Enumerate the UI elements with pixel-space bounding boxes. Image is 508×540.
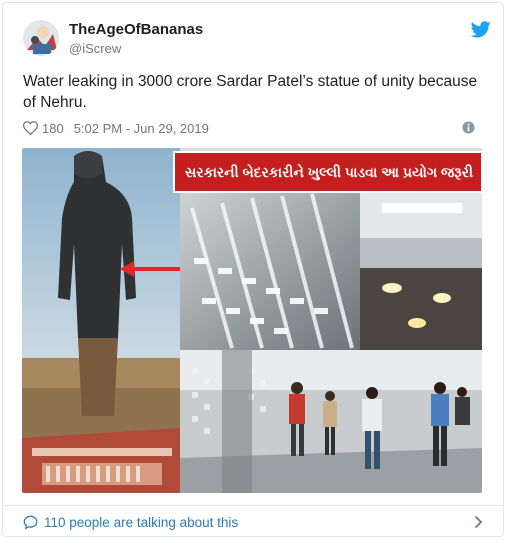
- comment-bubble-icon: [23, 515, 38, 530]
- like-count[interactable]: 180: [42, 121, 64, 136]
- avatar[interactable]: [23, 20, 59, 56]
- tweet-card: TheAgeOfBananas @iScrew Water leaking in…: [2, 2, 504, 537]
- talking-about-link[interactable]: 110 people are talking about this: [44, 515, 238, 530]
- tweet-footer[interactable]: 110 people are talking about this: [3, 505, 503, 536]
- chevron-right-icon[interactable]: [474, 515, 483, 529]
- tweet-text: Water leaking in 3000 crore Sardar Patel…: [23, 73, 478, 111]
- avatar-image: [23, 20, 59, 56]
- author-handle[interactable]: @iScrew: [69, 41, 121, 56]
- twitter-bird-icon[interactable]: [471, 21, 491, 38]
- media-collage: [22, 148, 482, 493]
- info-icon[interactable]: [462, 121, 475, 134]
- media-banner-text: સરકારની બેદરકારીને ખુલ્લી પાડવા આ પ્રયોગ…: [185, 164, 473, 180]
- tweet-timestamp[interactable]: 5:02 PM - Jun 29, 2019: [74, 121, 209, 136]
- heart-icon[interactable]: [23, 121, 38, 135]
- tweet-meta: 180 5:02 PM - Jun 29, 2019: [23, 119, 483, 137]
- author-name[interactable]: TheAgeOfBananas: [69, 21, 203, 38]
- tweet-media-image[interactable]: સરકારની બેદરકારીને ખુલ્લી પાડવા આ પ્રયોગ…: [22, 148, 482, 493]
